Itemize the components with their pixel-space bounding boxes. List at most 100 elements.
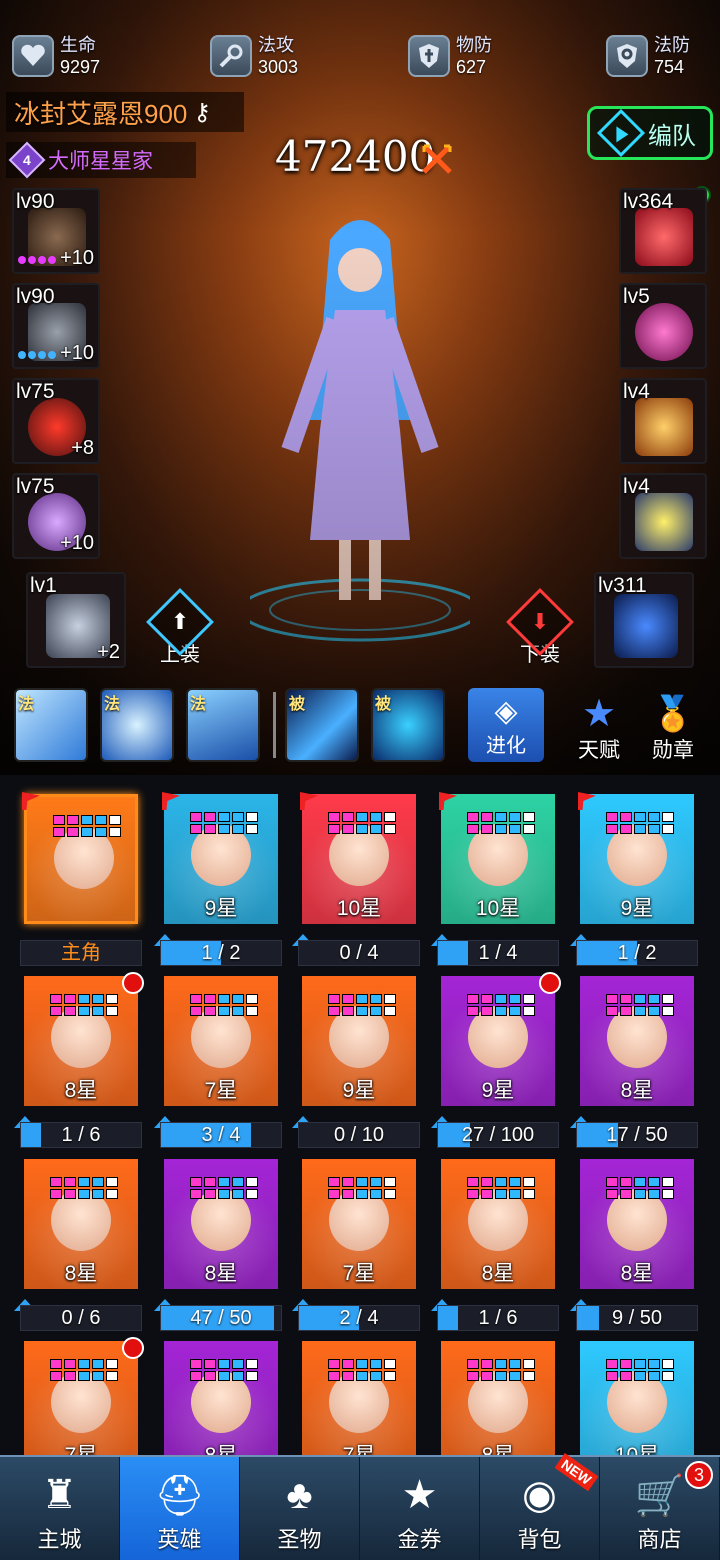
hero-card-main[interactable]: 主角: [20, 790, 142, 966]
hero-rank-grid: [467, 1177, 535, 1199]
unequip-button[interactable]: ⬇ 下装: [505, 588, 575, 670]
skill-passive-shield[interactable]: 被: [371, 688, 445, 762]
shard-progress-bar: 1 / 6: [437, 1305, 559, 1331]
hero-rank-grid: [606, 1359, 674, 1381]
skill-snowflake[interactable]: 法: [100, 688, 174, 762]
stat-value: 9297: [60, 57, 101, 77]
stat-label: 生命: [60, 35, 96, 55]
nav-tab-ticket[interactable]: ★ 金券: [360, 1457, 480, 1560]
evolve-icon: ◈: [494, 695, 518, 728]
hero-card[interactable]: 9星 0 / 10: [292, 972, 420, 1148]
hero-portrait: 8星: [164, 1159, 278, 1289]
light-bottle-icon: [635, 493, 693, 551]
nav-tab-helmet[interactable]: ⛑ 英雄: [120, 1457, 240, 1560]
medal-label: 勋章: [652, 739, 694, 762]
hero-portrait: 9星: [441, 976, 555, 1106]
hero-rank-grid: [328, 1359, 396, 1381]
hero-rank-grid: [467, 994, 535, 1016]
key-icon[interactable]: ⚷: [193, 98, 211, 127]
fire-bottle-slot[interactable]: lv4: [619, 378, 707, 464]
equipment-slot-amulet[interactable]: lv75 +10: [12, 473, 100, 559]
shard-progress-bar: 1 / 4: [437, 940, 559, 966]
medal-button[interactable]: 🏅 勋章: [640, 694, 706, 764]
shard-progress-text: 1 / 6: [61, 1124, 101, 1146]
shard-progress-text: 0 / 4: [339, 942, 379, 964]
notification-dot: [122, 972, 144, 994]
ruby-gem-icon: [635, 208, 693, 266]
skill-ice-crystal[interactable]: 法: [14, 688, 88, 762]
team-button-label: 编队: [648, 122, 696, 150]
shirt-down-icon: ⬇: [506, 588, 574, 656]
shard-progress-bar: 3 / 4: [160, 1122, 282, 1148]
shard-progress-text: 17 / 50: [606, 1124, 668, 1146]
hero-rank-grid: [606, 812, 674, 834]
nav-tab-backpack[interactable]: ◉ 背包 NEW: [480, 1452, 600, 1560]
hero-card[interactable]: 8星 17 / 50: [570, 972, 698, 1148]
hero-portrait: 7星: [24, 1341, 138, 1471]
shard-progress-text: 1 / 2: [617, 942, 657, 964]
bottom-navigation: ♜ 主城 ⛑ 英雄 ♣ 圣物 ★ 金券 ◉ 背包 NEW 🛒 商店 3: [0, 1452, 720, 1560]
shard-progress-text: 1 / 6: [478, 1307, 518, 1329]
gem-slot-ruby[interactable]: lv364: [619, 188, 707, 274]
hero-portrait: 9星: [302, 976, 416, 1106]
hero-portrait: 8星: [580, 1159, 694, 1289]
hero-rank-grid: [328, 812, 396, 834]
skill-passive-blade[interactable]: 被: [285, 688, 359, 762]
crystal-slot[interactable]: lv1 +2: [26, 572, 126, 668]
hero-card[interactable]: 8星 1 / 6: [14, 972, 144, 1148]
nav-tab-label: 金券: [397, 1527, 442, 1552]
hero-card[interactable]: 7星 3 / 4: [154, 972, 282, 1148]
slot-level: lv90: [16, 285, 55, 308]
hero-star-level: 7星: [204, 1079, 238, 1102]
shard-progress-bar: 1 / 2: [576, 940, 698, 966]
talent-button[interactable]: ★ 天赋: [566, 694, 632, 764]
nav-tab-clover[interactable]: ♣ 圣物: [240, 1457, 360, 1560]
fire-bottle-icon: [635, 398, 693, 456]
hero-card[interactable]: 9星 1 / 2: [154, 790, 282, 966]
hero-rank-grid: [328, 1177, 396, 1199]
hero-card[interactable]: 8星 1 / 6: [431, 1155, 559, 1331]
hero-portrait: 7星: [164, 976, 278, 1106]
stat-label: 法防: [654, 35, 690, 55]
shard-progress-text: 0 / 6: [61, 1307, 101, 1329]
hero-card[interactable]: 10星 1 / 4: [431, 790, 559, 966]
equipment-slot-weapon[interactable]: lv90 +10: [12, 188, 100, 274]
team-button[interactable]: 编队: [587, 106, 713, 160]
shard-progress-text: 27 / 100: [461, 1124, 535, 1146]
shard-progress-bar: 27 / 100: [437, 1122, 559, 1148]
slot-dots: [18, 256, 56, 264]
hero-character-model[interactable]: [250, 200, 470, 650]
hero-card[interactable]: 9星 1 / 2: [570, 790, 698, 966]
nav-tab-cart[interactable]: 🛒 商店 3: [600, 1457, 720, 1560]
hero-card[interactable]: 9星 27 / 100: [431, 972, 561, 1148]
hero-rank-grid: [328, 994, 396, 1016]
evolve-label: 进化: [486, 735, 526, 757]
skill-divider: [273, 692, 276, 758]
hero-card[interactable]: 8星 47 / 50: [154, 1155, 282, 1331]
potion-slot[interactable]: lv5: [619, 283, 707, 369]
evolve-button[interactable]: ◈ 进化: [468, 688, 544, 762]
nav-tab-castle[interactable]: ♜ 主城: [0, 1457, 120, 1560]
skill-blizzard[interactable]: 法: [186, 688, 260, 762]
hero-card[interactable]: 7星 2 / 4: [292, 1155, 420, 1331]
ticket-icon: ★: [401, 1473, 438, 1517]
hero-title-bar[interactable]: 4 大师星星家: [6, 141, 196, 179]
hero-card[interactable]: 8星 0 / 6: [14, 1155, 142, 1331]
equip-button[interactable]: ⬆ 上装: [145, 588, 215, 670]
hero-portrait: 8星: [441, 1341, 555, 1471]
equipment-slot-armor[interactable]: lv90 +10: [12, 283, 100, 369]
hero-star-level: 8星: [620, 1262, 654, 1285]
light-bottle-slot[interactable]: lv4: [619, 473, 707, 559]
talent-label: 天赋: [578, 739, 620, 762]
hero-name-bar[interactable]: 冰封艾露恩900 ⚷: [6, 92, 244, 132]
hero-portrait: 9星: [164, 794, 278, 924]
hero-card[interactable]: 10星 0 / 4: [292, 790, 420, 966]
wing-slot[interactable]: lv311: [594, 572, 694, 668]
shard-progress-bar: 1 / 2: [160, 940, 282, 966]
heart-icon: [12, 35, 54, 77]
notification-dot: [122, 1337, 144, 1359]
hero-rank-grid: [190, 994, 258, 1016]
hero-card[interactable]: 8星 9 / 50: [570, 1155, 698, 1331]
skill-type-tag: 法: [104, 696, 121, 713]
equipment-slot-ring[interactable]: lv75 +8: [12, 378, 100, 464]
